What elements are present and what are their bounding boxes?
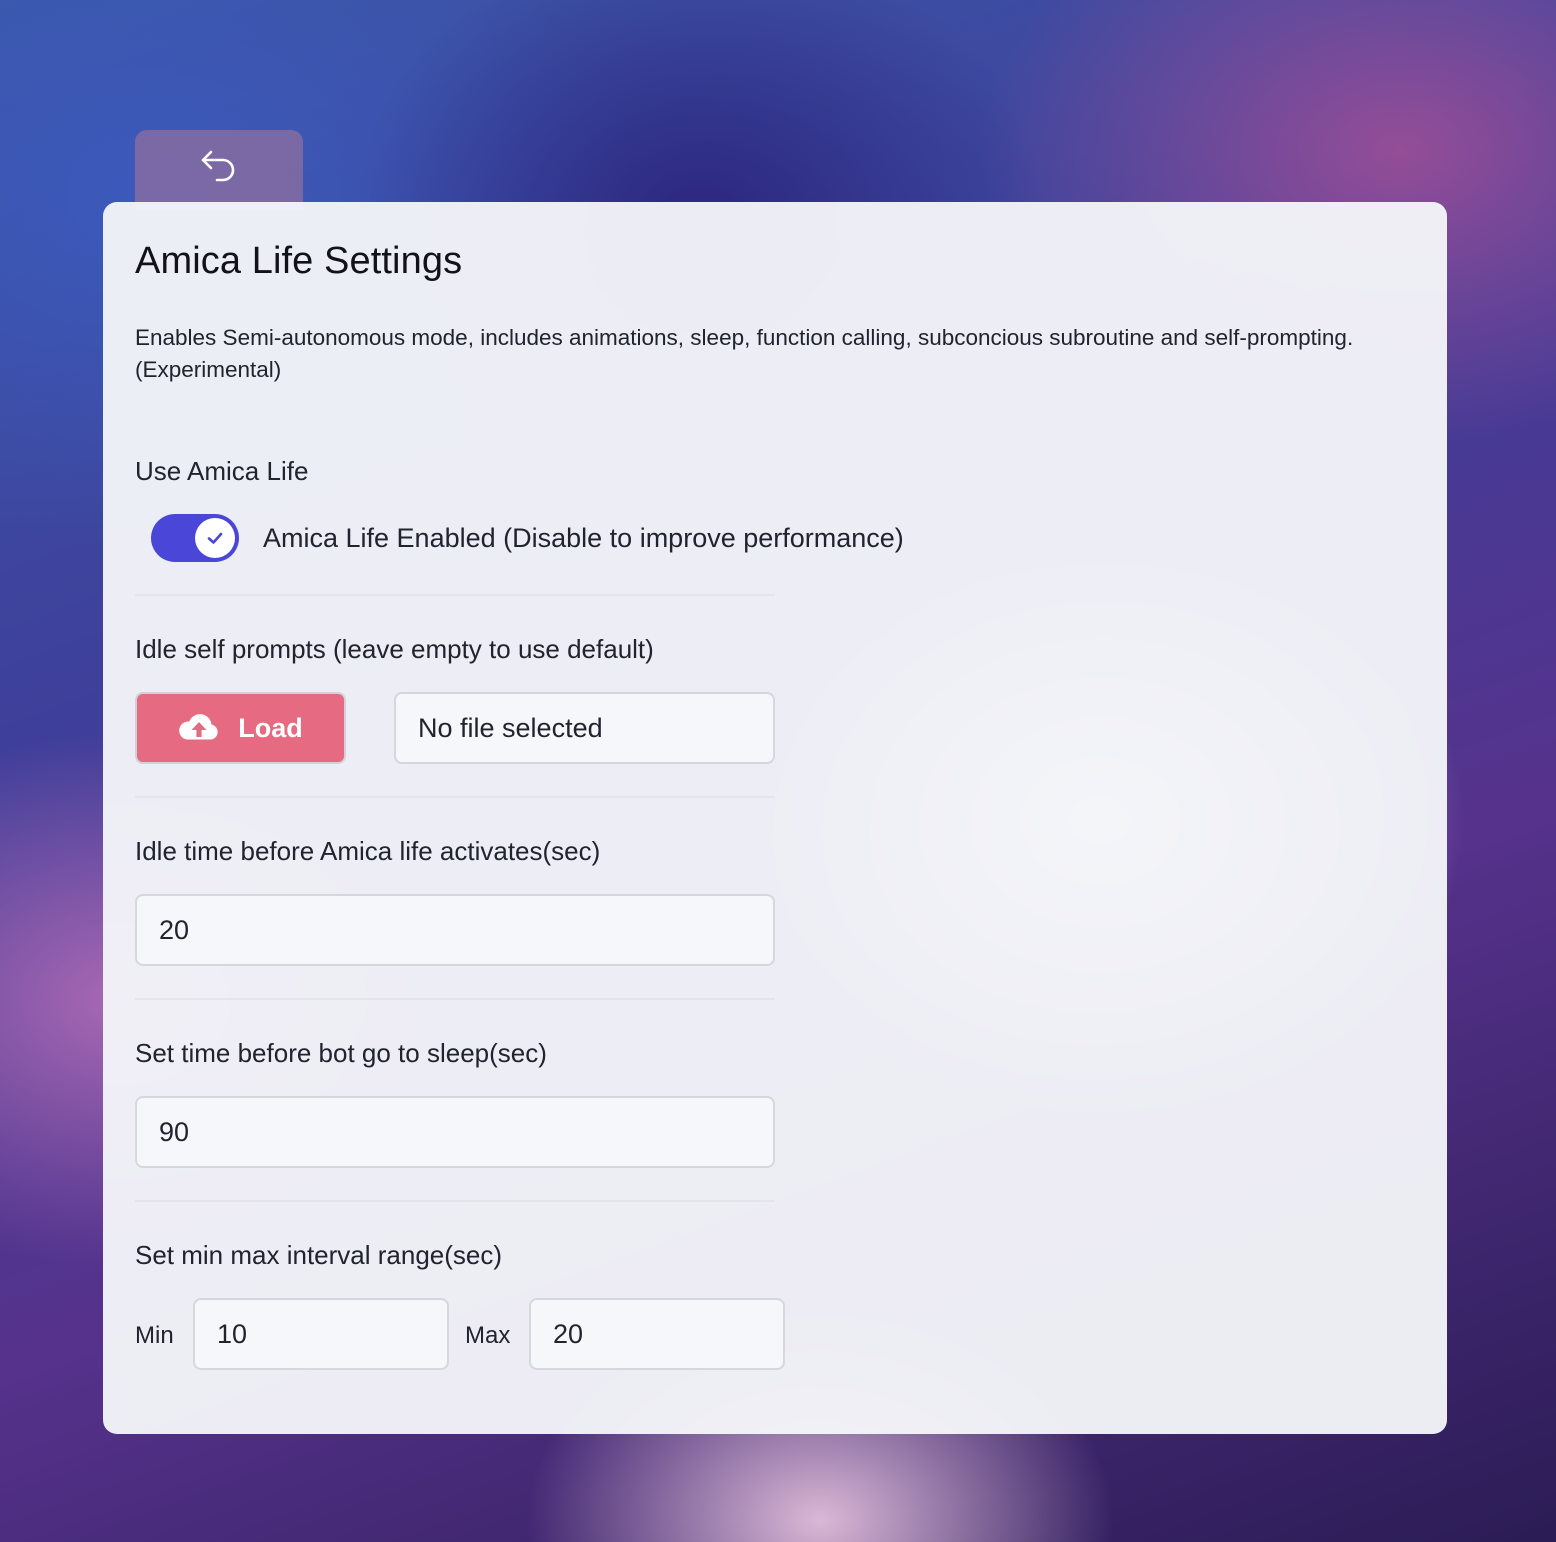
page-title: Amica Life Settings	[135, 240, 463, 282]
amica-life-toggle[interactable]	[151, 514, 239, 562]
load-button[interactable]: Load	[135, 692, 346, 764]
section-divider	[135, 998, 775, 1000]
section-divider	[135, 1200, 775, 1202]
max-interval-input[interactable]	[529, 1298, 785, 1370]
idle-time-input[interactable]	[135, 894, 775, 966]
interval-range-label: Set min max interval range(sec)	[135, 1240, 503, 1270]
use-amica-life-label: Use Amica Life	[135, 456, 309, 486]
idle-self-prompts-label: Idle self prompts (leave empty to use de…	[135, 634, 654, 664]
sleep-time-input[interactable]	[135, 1096, 775, 1168]
min-interval-input[interactable]	[193, 1298, 449, 1370]
section-divider	[135, 796, 775, 798]
cloud-upload-icon	[179, 714, 218, 740]
toggle-knob	[195, 518, 235, 558]
undo-arrow-icon	[201, 150, 235, 182]
sleep-time-label: Set time before bot go to sleep(sec)	[135, 1038, 547, 1068]
amica-life-toggle-row: Amica Life Enabled (Disable to improve p…	[151, 514, 904, 562]
back-button[interactable]	[135, 130, 303, 210]
idle-time-label: Idle time before Amica life activates(se…	[135, 836, 601, 866]
load-button-label: Load	[238, 712, 303, 743]
settings-panel: Amica Life Settings Enables Semi-autonom…	[103, 202, 1447, 1434]
section-divider	[135, 594, 775, 596]
file-status-field: No file selected	[394, 692, 775, 764]
check-icon	[207, 532, 223, 544]
page-description: Enables Semi-autonomous mode, includes a…	[135, 325, 1354, 382]
max-label: Max	[465, 1322, 511, 1349]
amica-life-toggle-text: Amica Life Enabled (Disable to improve p…	[263, 522, 904, 553]
min-label: Min	[135, 1322, 174, 1349]
